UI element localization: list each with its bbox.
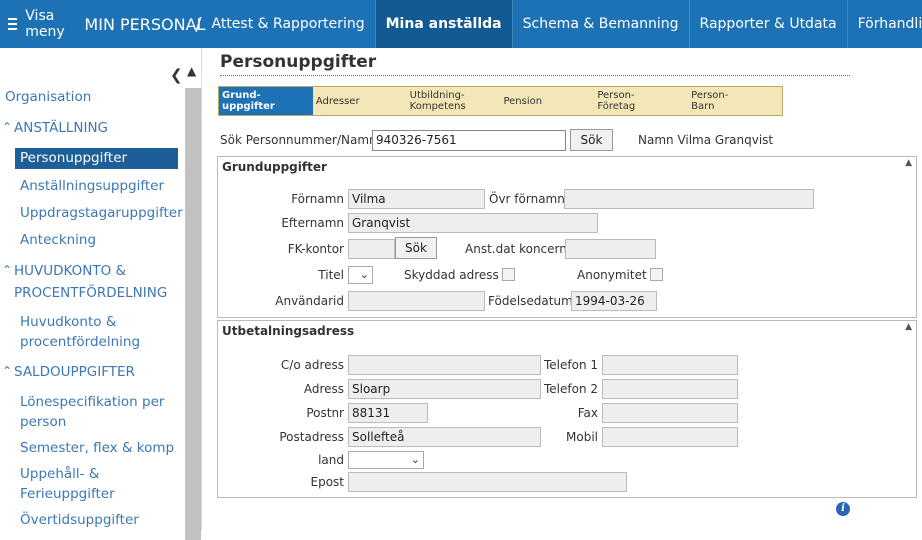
- sidebar-item-anteckning[interactable]: Anteckning: [20, 230, 96, 250]
- sidebar-item-lonespec-line2[interactable]: person: [20, 412, 66, 432]
- postadress-label: Postadress: [279, 430, 344, 444]
- sidebar-item-lonespec-line1[interactable]: Lönespecifikation per: [20, 392, 164, 412]
- hamburger-icon: [8, 18, 18, 30]
- telefon2-input[interactable]: [602, 379, 738, 399]
- sidebar-item-personuppgifter[interactable]: Personuppgifter: [15, 148, 178, 169]
- fornamn-label: Förnamn: [291, 192, 344, 206]
- telefon2-label: Telefon 2: [543, 382, 598, 396]
- skyddad-adress-label: Skyddad adress: [404, 268, 499, 282]
- grunduppgifter-heading: Grunduppgifter: [222, 160, 327, 174]
- tab-person-barn[interactable]: Person- Barn: [688, 87, 782, 115]
- chevron-up-icon[interactable]: ⌃: [2, 120, 12, 134]
- fornamn-input[interactable]: Vilma: [348, 189, 485, 209]
- anvandarid-input[interactable]: [348, 291, 485, 311]
- anonymitet-checkbox[interactable]: [650, 268, 663, 281]
- nav-tab-schema[interactable]: Schema & Bemanning: [511, 0, 689, 48]
- utbetalningsadress-section: Utbetalningsadress ▲ C/o adress Telefon …: [217, 320, 917, 498]
- sidebar-item-uppdragstagaruppgifter[interactable]: Uppdragstagaruppgifter: [20, 203, 183, 223]
- brand-title[interactable]: MIN PERSONAL: [70, 15, 205, 34]
- sidebar-group-saldouppgifter[interactable]: SALDOUPPGIFTER: [14, 361, 135, 383]
- mobil-input[interactable]: [602, 427, 738, 447]
- sidebar-item-uppehall-line1[interactable]: Uppehåll- &: [20, 464, 99, 484]
- titel-label: Titel: [318, 268, 344, 282]
- grunduppgifter-section: Grunduppgifter ▲ Förnamn Vilma Övr förna…: [217, 156, 917, 318]
- nav-tab-rapporter[interactable]: Rapporter & Utdata: [688, 0, 847, 48]
- search-label: Sök Personnummer/Namn: [220, 133, 377, 147]
- tab-utbildning[interactable]: Utbildning- Kompetens: [407, 87, 501, 115]
- person-tabs: Grund-uppgifter Adresser Utbildning- Komp…: [218, 86, 783, 116]
- show-menu-label: Visa meny: [25, 8, 65, 40]
- chevron-up-icon[interactable]: ⌃: [2, 364, 12, 378]
- page-title: Personuppgifter: [220, 52, 377, 72]
- fax-label: Fax: [577, 406, 598, 420]
- anonymitet-label: Anonymitet: [577, 268, 647, 282]
- sidebar-item-semester[interactable]: Semester, flex & komp: [20, 438, 174, 458]
- sidebar-group-huvudkonto-line2[interactable]: PROCENTFÖRDELNING: [14, 282, 167, 304]
- sidebar-item-overtid[interactable]: Övertidsuppgifter: [20, 510, 139, 530]
- fk-kontor-input[interactable]: [348, 239, 395, 259]
- chevron-up-icon[interactable]: ⌃: [2, 263, 12, 277]
- fax-input[interactable]: [602, 403, 738, 423]
- anvandarid-label: Användarid: [275, 294, 344, 308]
- ovr-fornamn-input[interactable]: [564, 189, 814, 209]
- postnr-input[interactable]: 88131: [348, 403, 428, 423]
- postnr-label: Postnr: [306, 406, 344, 420]
- collapse-sidebar-icon[interactable]: ❮: [170, 66, 183, 84]
- nav-tab-forhandling[interactable]: Förhandling: [846, 0, 922, 48]
- fodelsedatum-input[interactable]: 1994-03-26: [571, 291, 657, 311]
- chevron-up-icon[interactable]: ▲: [187, 64, 196, 78]
- nav-tab-attest[interactable]: Attest & Rapportering: [202, 0, 375, 48]
- telefon1-input[interactable]: [602, 355, 738, 375]
- adress-label: Adress: [303, 382, 344, 396]
- anst-dat-label: Anst.dat koncern: [465, 242, 567, 256]
- sidebar-item-huvudkonto-line1[interactable]: Huvudkonto &: [20, 312, 116, 332]
- chevron-down-icon: ⌄: [410, 453, 420, 466]
- co-adress-label: C/o adress: [280, 358, 344, 372]
- land-label: land: [318, 453, 344, 467]
- skyddad-adress-checkbox[interactable]: [502, 268, 515, 281]
- co-adress-input[interactable]: [348, 355, 541, 375]
- info-icon[interactable]: i: [836, 502, 850, 516]
- ovr-fornamn-label: Övr förnamn: [489, 192, 565, 206]
- sidebar-scrollbar-thumb[interactable]: [185, 88, 201, 540]
- sidebar-item-uppehall-line2[interactable]: Ferieuppgifter: [20, 484, 115, 504]
- fodelsedatum-label: Födelsedatum: [488, 294, 573, 308]
- collapse-section-icon[interactable]: ▲: [905, 158, 912, 168]
- epost-label: Epost: [310, 475, 345, 489]
- postadress-input[interactable]: Sollefteå: [348, 427, 541, 447]
- name-display: Namn Vilma Granqvist: [638, 133, 774, 147]
- titel-select[interactable]: ⌄: [348, 266, 373, 284]
- utbetalningsadress-heading: Utbetalningsadress: [222, 324, 355, 338]
- search-input[interactable]: 940326-7561: [372, 130, 566, 151]
- tab-pension[interactable]: Pension: [500, 87, 594, 115]
- title-divider: [220, 75, 850, 76]
- efternamn-label: Efternamn: [281, 216, 344, 230]
- search-button[interactable]: Sök: [570, 129, 613, 151]
- collapse-section-icon[interactable]: ▲: [905, 322, 912, 332]
- adress-input[interactable]: Sloarp: [348, 379, 541, 399]
- fk-kontor-search-button[interactable]: Sök: [395, 237, 437, 259]
- tab-adresser[interactable]: Adresser: [313, 87, 407, 115]
- epost-input[interactable]: [348, 472, 627, 492]
- sidebar-group-anstallning[interactable]: ANSTÄLLNING: [14, 117, 108, 139]
- anst-dat-input[interactable]: [565, 239, 656, 259]
- main-content: Personuppgifter Grund-uppgifter Adresser…: [202, 48, 922, 531]
- sidebar-item-huvudkonto-line2[interactable]: procentfördelning: [20, 332, 140, 352]
- show-menu-button[interactable]: Visa meny: [0, 0, 70, 48]
- land-select[interactable]: ⌄: [348, 451, 424, 469]
- mobil-label: Mobil: [566, 430, 598, 444]
- top-navigation-bar: Visa meny MIN PERSONAL / Attest & Rappor…: [0, 0, 922, 48]
- sidebar-item-anstallningsuppgifter[interactable]: Anställningsuppgifter: [20, 176, 164, 196]
- sidebar-group-huvudkonto-line1[interactable]: HUVUDKONTO &: [14, 260, 126, 282]
- fk-kontor-label: FK-kontor: [287, 242, 344, 256]
- sidebar: ❮ ▲ Organisation ⌃ ANSTÄLLNING Personupp…: [0, 48, 202, 540]
- chevron-down-icon: ⌄: [359, 268, 369, 281]
- telefon1-label: Telefon 1: [543, 358, 598, 372]
- sidebar-item-organisation[interactable]: Organisation: [5, 87, 91, 107]
- tab-person-foretag[interactable]: Person- Företag: [594, 87, 688, 115]
- efternamn-input[interactable]: Granqvist: [348, 213, 598, 233]
- nav-tab-mina-anstallda[interactable]: Mina anställda: [374, 0, 512, 48]
- tab-grunduppgifter[interactable]: Grund-uppgifter: [219, 87, 313, 115]
